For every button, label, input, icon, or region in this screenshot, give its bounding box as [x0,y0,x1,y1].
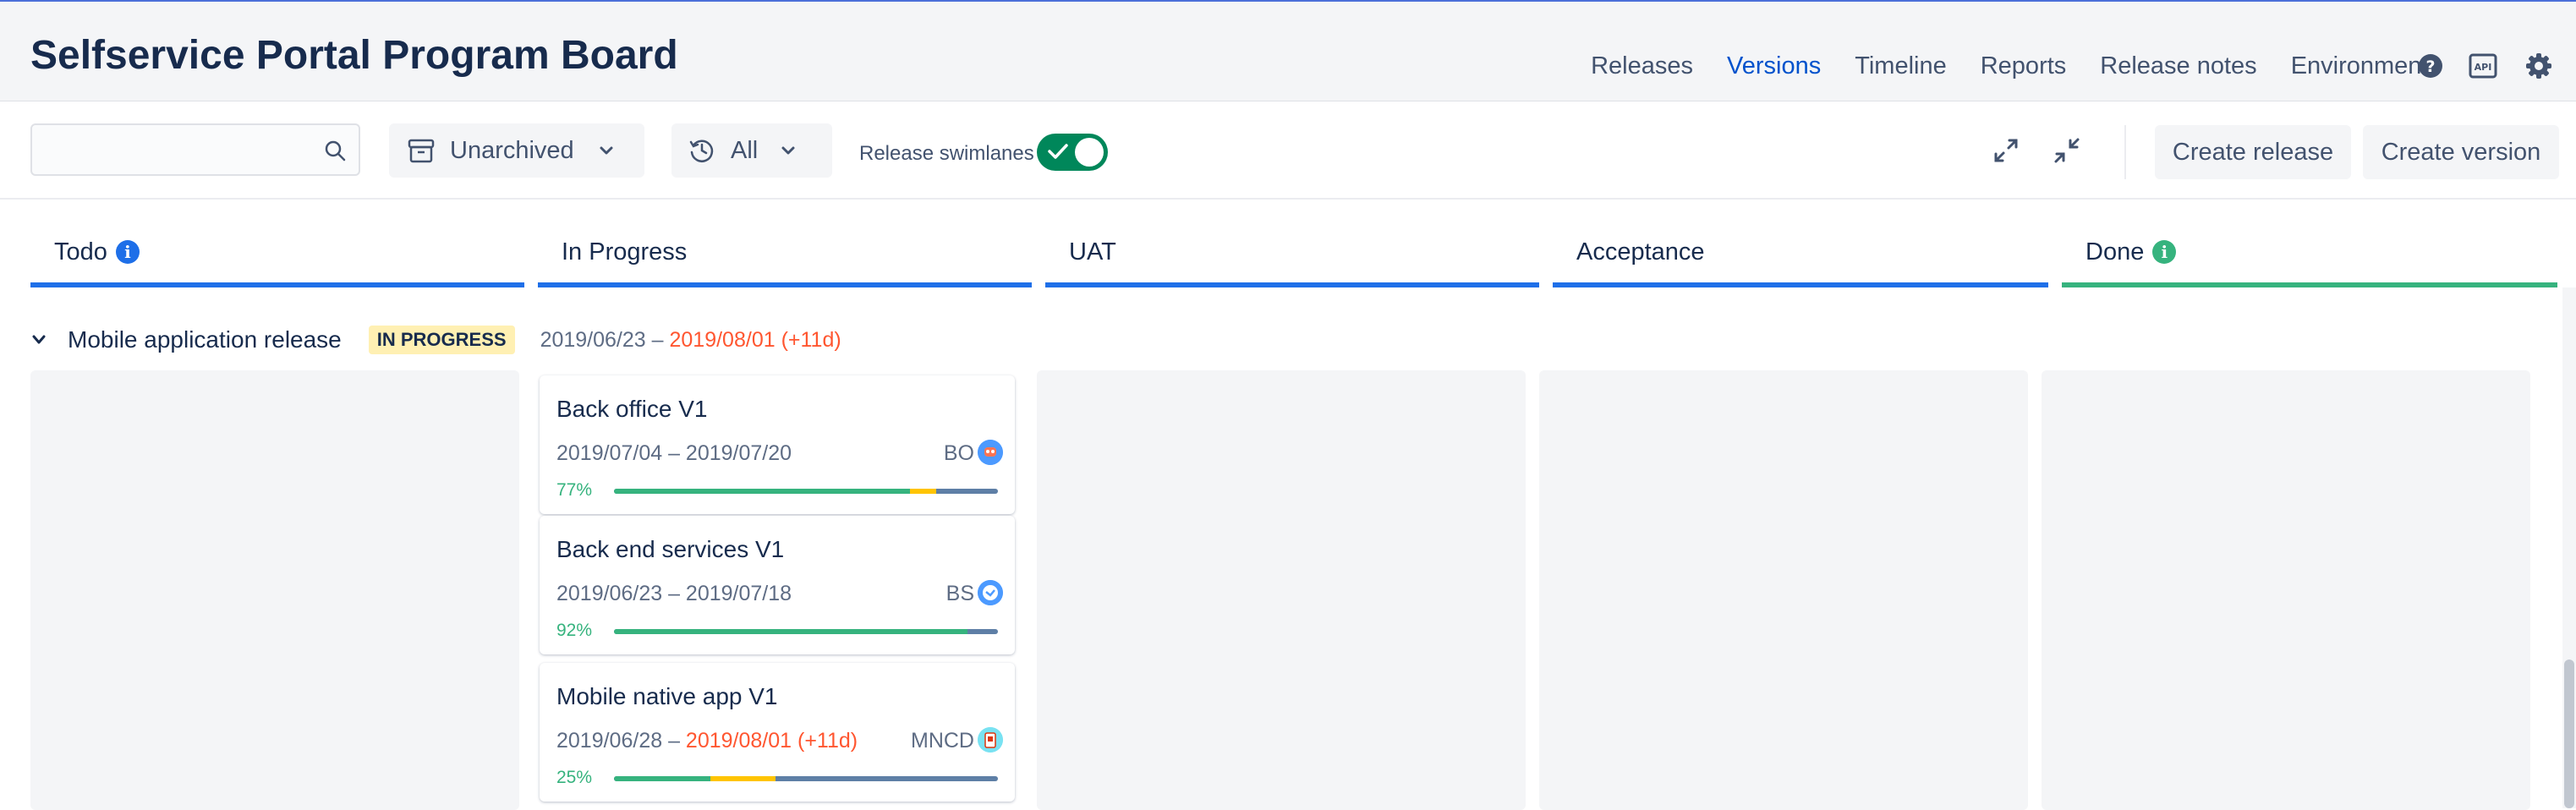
archive-filter-dropdown[interactable]: Unarchived [389,123,644,178]
progress-inprogress-segment [909,489,937,494]
settings-gear-icon[interactable] [2524,51,2554,81]
lane-todo[interactable] [30,370,519,810]
project-code: MNCD [911,729,974,753]
version-card[interactable]: Back end services V1 2019/06/23 – 2019/0… [540,516,1015,654]
version-name[interactable]: Back end services V1 [556,536,784,563]
checkmark-icon [1047,142,1069,165]
search-icon [323,139,347,167]
project-avatar-icon [978,727,1003,753]
api-icon[interactable]: API [2468,51,2498,81]
version-dates: 2019/06/28 – 2019/08/01 (+11d) [556,729,858,753]
column-label: Todo [54,238,107,265]
column-header-acceptance: Acceptance [1553,223,2048,287]
date-separator: – [651,327,664,352]
collapse-icon[interactable] [2052,135,2082,166]
expand-icon[interactable] [1991,135,2021,166]
progress-percent: 77% [556,480,593,500]
start-date: 2019/06/23 [540,327,646,352]
column-header-todo: Todo i [30,223,524,287]
scrollbar-thumb[interactable] [2564,659,2574,808]
version-name[interactable]: Back office V1 [556,396,707,423]
nav-timeline[interactable]: Timeline [1838,41,1964,103]
history-clock-icon [688,137,715,164]
main-nav: Releases Versions Timeline Reports Relea… [1574,41,2458,105]
column-label: UAT [1069,238,1116,265]
end-date-late: 2019/08/01 (+11d) [669,327,841,352]
progress-inprogress-segment [710,776,776,781]
help-icon[interactable]: ? [2415,51,2446,81]
end-date: 2019/07/18 [685,582,792,605]
archive-box-icon [408,138,435,163]
column-header-uat: UAT [1045,223,1539,287]
progress-done-segment [614,776,710,781]
swimlane-dates: 2019/06/23 – 2019/08/01 (+11d) [540,328,841,353]
project-avatar-icon [978,580,1003,605]
nav-releases[interactable]: Releases [1574,41,1710,103]
time-filter-label: All [731,136,759,164]
column-label: Acceptance [1576,238,1705,265]
chevron-down-icon [598,145,615,156]
toggle-knob [1075,138,1104,167]
chevron-down-icon [780,145,797,156]
column-label: Done [2085,238,2145,265]
version-card[interactable]: Mobile native app V1 2019/06/28 – 2019/0… [540,663,1015,802]
start-date: 2019/07/04 [556,441,663,465]
version-dates: 2019/07/04 – 2019/07/20 [556,441,792,465]
svg-text:API: API [2475,62,2492,73]
lane-acceptance[interactable] [1539,370,2028,810]
progress-bar [614,776,998,781]
column-header-done: Done i [2062,223,2557,287]
column-label: In Progress [562,238,688,265]
status-lozenge: IN PROGRESS [368,326,515,354]
search-input[interactable] [30,123,360,176]
info-icon[interactable]: i [2152,240,2177,264]
end-date-late: 2019/08/01 (+11d) [685,729,858,753]
progress-percent: 92% [556,621,593,640]
page-title: Selfservice Portal Program Board [30,33,678,78]
end-date: 2019/07/20 [685,441,792,465]
nav-reports[interactable]: Reports [1964,41,2084,103]
header-bar: Selfservice Portal Program Board Release… [0,0,2576,105]
create-version-button[interactable]: Create version [2363,125,2559,179]
progress-bar [614,489,998,494]
info-icon[interactable]: i [115,240,140,264]
start-date: 2019/06/23 [556,582,663,605]
toolbar: Unarchived All Release swimlanes Create … [0,101,2576,200]
swimlanes-label: Release swimlanes [859,142,1034,165]
time-filter-dropdown[interactable]: All [671,123,832,178]
nav-release-notes[interactable]: Release notes [2083,41,2273,103]
project-avatar-icon [978,440,1003,465]
swimlane-header[interactable]: Mobile application release IN PROGRESS 2… [30,323,841,357]
lane-uat[interactable] [1037,370,1526,810]
progress-bar [614,629,998,634]
swimlane-title: Mobile application release [68,326,342,353]
create-release-button[interactable]: Create release [2155,125,2351,179]
chevron-down-icon[interactable] [30,334,47,346]
column-header-in-progress: In Progress [538,223,1032,287]
toolbar-divider [2124,125,2126,179]
progress-done-segment [614,489,910,494]
lane-done[interactable] [2042,370,2530,810]
version-dates: 2019/06/23 – 2019/07/18 [556,582,792,605]
project-code: BO [943,441,974,465]
project-code: BS [945,582,974,605]
archive-filter-label: Unarchived [450,136,574,164]
version-name[interactable]: Mobile native app V1 [556,683,778,710]
progress-done-segment [614,629,967,634]
nav-versions[interactable]: Versions [1709,41,1839,105]
start-date: 2019/06/28 [556,729,663,753]
progress-percent: 25% [556,768,593,787]
swimlanes-toggle[interactable] [1037,134,1108,171]
version-card[interactable]: Back office V1 2019/07/04 – 2019/07/20 B… [540,375,1015,514]
svg-text:?: ? [2425,57,2435,76]
